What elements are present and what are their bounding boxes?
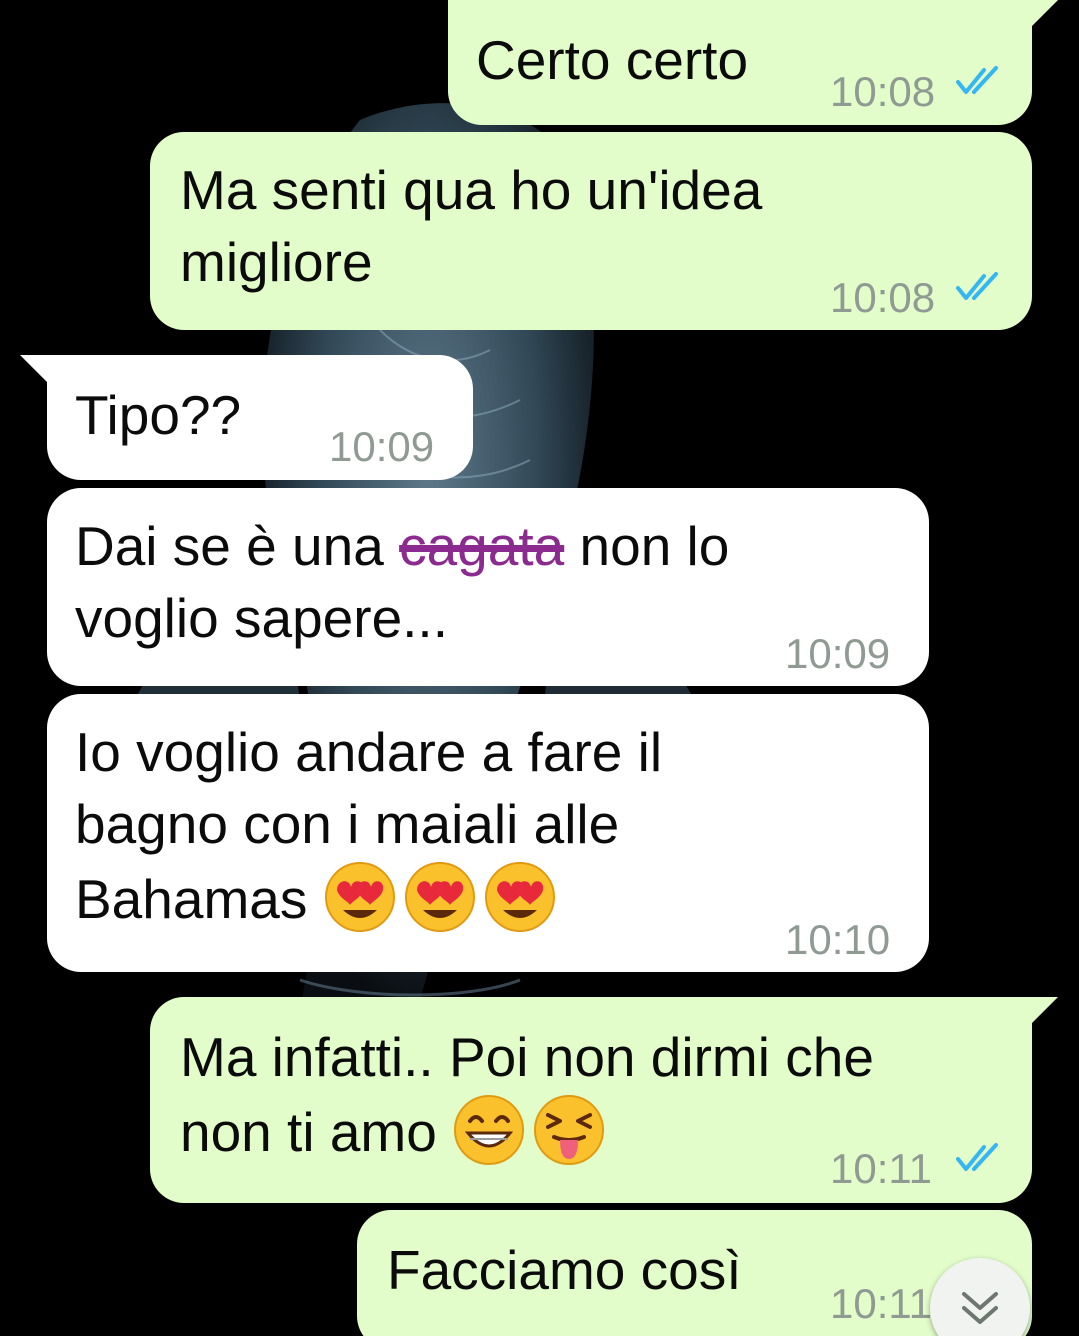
struck-text: cagata xyxy=(399,515,565,577)
message-bubble-outgoing[interactable]: Certo certo 10:08 xyxy=(448,0,1032,125)
message-time: 10:11 xyxy=(830,1280,932,1327)
message-text: Certo certo xyxy=(476,29,749,91)
message-time: 10:10 xyxy=(785,916,891,963)
message-time: 10:09 xyxy=(329,423,435,470)
double-check-icon xyxy=(956,272,998,300)
bubble-tail xyxy=(20,355,50,385)
message-bubble-incoming[interactable]: Tipo?? 10:09 xyxy=(47,355,473,480)
message-bubble-outgoing[interactable]: Ma infatti.. Poi non dirmi che non ti am… xyxy=(150,997,1032,1203)
message-bubble-incoming[interactable]: Dai se è una cagata non lo voglio sapere… xyxy=(47,488,929,686)
bubble-tail xyxy=(1028,997,1058,1027)
message-time: 10:08 xyxy=(830,68,936,115)
message-text: Io voglio andare a fare il bagno con i m… xyxy=(75,716,662,935)
message-time: 10:09 xyxy=(785,630,891,677)
message-text: Ma senti qua ho un'idea migliore xyxy=(180,159,763,293)
double-check-icon xyxy=(956,66,998,94)
message-text: Facciamo così xyxy=(387,1239,742,1301)
message-time: 10:11 xyxy=(830,1145,932,1192)
double-chevron-down-icon xyxy=(962,1292,998,1324)
message-bubble-outgoing[interactable]: Ma senti qua ho un'idea migliore 10:08 xyxy=(150,132,1032,330)
message-bubble-incoming[interactable]: Io voglio andare a fare il bagno con i m… xyxy=(47,694,929,972)
chat-view[interactable]: Certo certo 10:08 Ma senti qua ho un'ide… xyxy=(0,0,1079,1336)
message-text: Ma infatti.. Poi non dirmi che non ti am… xyxy=(180,1021,874,1168)
heart-eyes-emoji xyxy=(324,862,395,932)
bubble-tail xyxy=(1028,0,1058,30)
heart-eyes-emoji xyxy=(404,862,475,932)
grinning-emoji xyxy=(454,1095,525,1165)
message-time: 10:08 xyxy=(830,274,936,321)
message-text: Dai se è una cagata non lo voglio sapere… xyxy=(75,515,730,649)
message-text: Tipo?? xyxy=(75,384,242,446)
heart-eyes-emoji xyxy=(484,862,555,932)
squinting-tongue-emoji xyxy=(534,1095,605,1165)
double-check-icon xyxy=(956,1143,998,1171)
